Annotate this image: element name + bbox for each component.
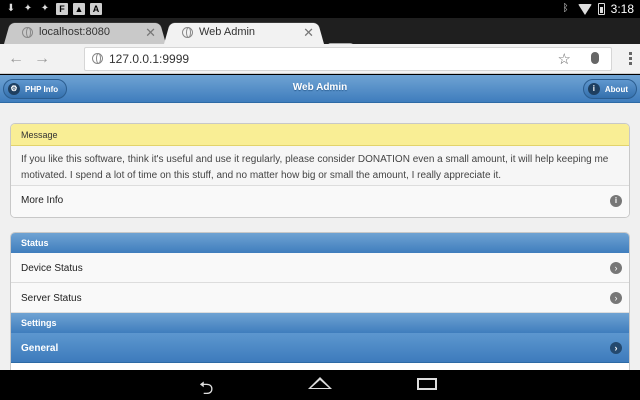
chevron-right-icon: › xyxy=(610,342,622,354)
settings-heading: Settings xyxy=(11,313,629,333)
page-header: ⚙ PHP Info Web Admin i About xyxy=(0,75,640,103)
font-icon: A xyxy=(90,3,102,15)
status-heading: Status xyxy=(11,233,629,253)
more-info-label: More Info xyxy=(21,195,64,206)
globe-icon xyxy=(22,27,33,38)
browser-toolbar: ← → 127.0.0.1:9999 ☆ xyxy=(0,44,640,74)
forward-icon[interactable]: → xyxy=(34,50,50,68)
menu-icon[interactable] xyxy=(629,52,632,66)
back-nav-icon[interactable]: ⮌ xyxy=(199,376,213,400)
close-icon[interactable]: ✕ xyxy=(145,21,156,44)
status-bar: ⬇ ✦ ✦ F ▲ A ᛒ 3:18 xyxy=(0,0,640,18)
url-text[interactable]: 127.0.0.1:9999 xyxy=(109,52,189,66)
message-body: If you like this software, think it's us… xyxy=(11,146,629,186)
tab-title: localhost:8080 xyxy=(39,26,110,38)
info-icon: i xyxy=(587,83,600,95)
notification-icons: ⬇ ✦ ✦ F ▲ A xyxy=(5,3,102,15)
system-icons: ᛒ 3:18 xyxy=(560,2,634,16)
bluetooth-icon: ᛒ xyxy=(562,3,569,14)
device-status-item[interactable]: Device Status › xyxy=(11,253,629,283)
more-info-item[interactable]: More Info i xyxy=(11,186,629,217)
message-heading: Message xyxy=(11,124,629,146)
message-card: Message If you like this software, think… xyxy=(10,123,630,218)
general-settings-item[interactable]: General › xyxy=(11,333,629,363)
globe-icon xyxy=(92,53,103,64)
chevron-right-icon: › xyxy=(610,262,622,274)
tab-strip: localhost:8080 ✕ Web Admin ✕ xyxy=(0,18,640,58)
navigation-bar: ⮌ xyxy=(0,370,640,400)
tab-localhost[interactable]: localhost:8080 ✕ xyxy=(4,21,166,44)
list-item-label: Server Status xyxy=(21,293,82,304)
address-bar[interactable]: 127.0.0.1:9999 ☆ xyxy=(84,47,612,71)
back-icon[interactable]: ← xyxy=(8,50,24,68)
about-button[interactable]: i About xyxy=(582,79,637,99)
globe-icon xyxy=(182,27,193,38)
wifi-icon xyxy=(577,3,592,15)
screen: ⬇ ✦ ✦ F ▲ A ᛒ 3:18 localhost:8080 ✕ Web … xyxy=(0,0,640,400)
battery-icon xyxy=(597,3,605,15)
chevron-right-icon: › xyxy=(610,292,622,304)
info-icon: i xyxy=(610,195,622,207)
recent-apps-icon[interactable] xyxy=(417,378,437,390)
menu-list: Status Device Status › Server Status › S… xyxy=(10,232,630,370)
close-icon[interactable]: ✕ xyxy=(303,21,314,44)
twitter-icon: ✦ xyxy=(23,3,33,14)
tab-title: Web Admin xyxy=(199,26,256,38)
web-page: ⚙ PHP Info Web Admin i About Message If … xyxy=(0,75,640,370)
facebook-icon: F xyxy=(56,3,68,15)
gallery-icon: ▲ xyxy=(73,3,85,15)
star-icon[interactable]: ☆ xyxy=(558,50,571,68)
server-status-item[interactable]: Server Status › xyxy=(11,283,629,313)
list-item-label: General xyxy=(21,343,59,354)
mic-icon[interactable] xyxy=(591,52,599,64)
clock: 3:18 xyxy=(610,2,634,16)
home-icon[interactable] xyxy=(308,377,332,391)
download-icon: ⬇ xyxy=(6,3,16,14)
about-label: About xyxy=(604,84,628,94)
page-title: Web Admin xyxy=(292,82,348,93)
twitter-icon: ✦ xyxy=(40,3,50,14)
list-item-label: Device Status xyxy=(21,263,83,274)
tab-web-admin[interactable]: Web Admin ✕ xyxy=(164,21,324,44)
